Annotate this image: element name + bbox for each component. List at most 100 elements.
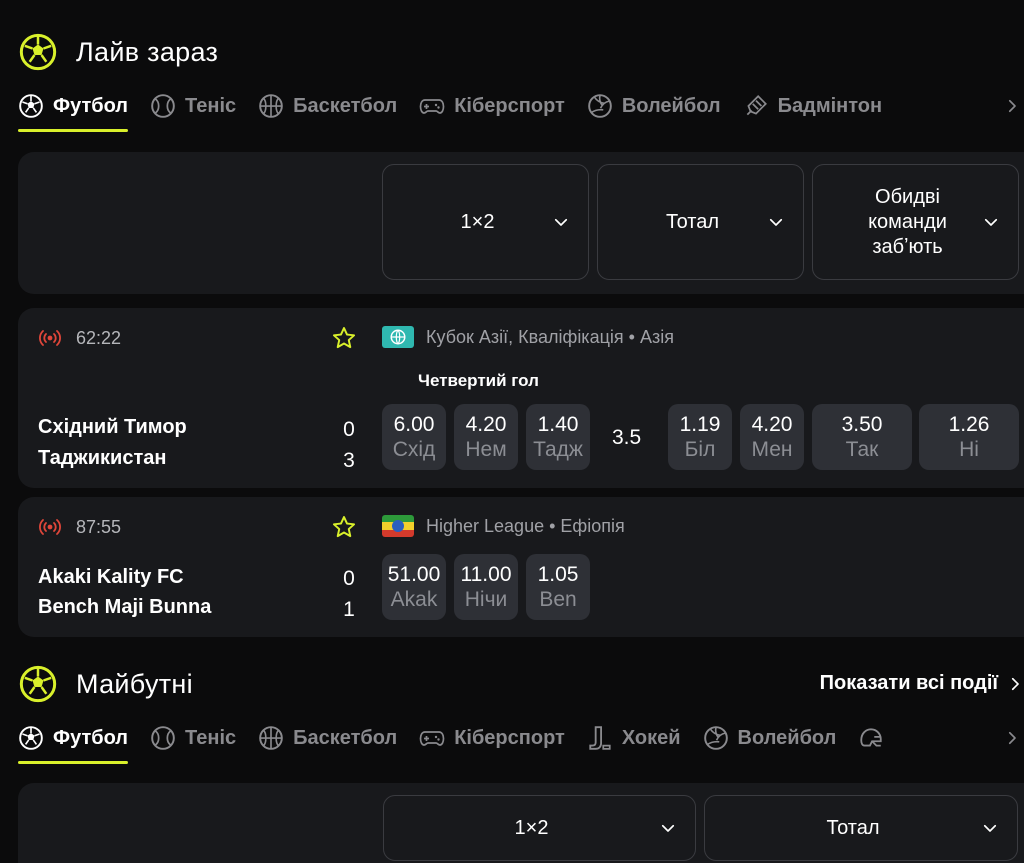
odd-button-under[interactable]: 4.20 Мен [740, 404, 804, 470]
tabs-scroll-right-button[interactable] [1000, 86, 1024, 126]
odd-label: Нем [465, 438, 507, 461]
tab-label: Теніс [185, 94, 237, 117]
tab-label: Баскетбол [293, 726, 398, 749]
show-all-label: Показати всі події [819, 672, 998, 694]
tennis-icon [150, 725, 176, 751]
helmet-icon [858, 725, 884, 751]
globe-flag-icon [382, 326, 414, 348]
odd-label: Схід [392, 438, 436, 461]
odd-label: Akak [390, 588, 438, 611]
odd-label: Тадж [533, 438, 583, 461]
soccer-icon [18, 725, 44, 751]
odd-button-away[interactable]: 1.05 Ben [526, 554, 590, 620]
odd-button-over[interactable]: 1.19 Біл [668, 404, 732, 470]
tabs-scroll-right-button[interactable] [1000, 718, 1024, 758]
tab-label: Футбол [53, 726, 129, 749]
basketball-icon [258, 93, 284, 119]
tab-tennis[interactable]: Теніс [150, 86, 236, 126]
tab-basketball[interactable]: Баскетбол [258, 718, 397, 758]
tab-label: Кіберспорт [454, 726, 565, 749]
tab-label: Волейбол [621, 94, 721, 117]
tab-label: Бадмінтон [777, 94, 883, 117]
league-info: Higher League • Ефіопія [382, 515, 625, 537]
tab-label: Кіберспорт [454, 94, 565, 117]
odd-button-draw[interactable]: 11.00 Нічи [454, 554, 518, 620]
hockey-stick-icon [587, 725, 613, 751]
tab-volleyball[interactable]: Волейбол [587, 86, 721, 126]
odd-button-draw[interactable]: 4.20 Нем [454, 404, 518, 470]
odd-value: 1.40 [537, 413, 579, 436]
market-select-label: 1×2 [460, 210, 495, 233]
tab-label: Теніс [185, 726, 237, 749]
upcoming-sport-tabs: Футбол Теніс Баскетбол Кіберспорт Хокей … [18, 718, 906, 764]
chevron-down-icon [767, 213, 785, 231]
tab-badminton[interactable]: Бадмінтон [743, 86, 882, 126]
market-select-btts[interactable]: Обидві команди забʼють [812, 164, 1019, 280]
team-home: Akaki Kality FC [38, 566, 184, 588]
odd-value: 3.50 [841, 413, 883, 436]
tab-football[interactable]: Футбол [18, 86, 129, 132]
gamepad-icon [419, 93, 445, 119]
chevron-right-icon [1003, 97, 1021, 115]
score-away: 1 [343, 598, 355, 621]
odd-button-away[interactable]: 1.40 Тадж [526, 404, 590, 470]
odd-button-btts-yes[interactable]: 3.50 Так [812, 404, 912, 470]
tab-american-football[interactable] [858, 718, 884, 758]
tab-esports[interactable]: Кіберспорт [419, 718, 565, 758]
market-select-label: Обидві команди забʼють [813, 185, 982, 260]
team-away: Bench Maji Bunna [38, 596, 212, 618]
odd-value: 4.20 [465, 413, 507, 436]
team-away: Таджикистан [38, 447, 167, 469]
gamepad-icon [419, 725, 445, 751]
market-select-label: Тотал [665, 210, 720, 233]
odd-button-btts-no[interactable]: 1.26 Ні [919, 404, 1019, 470]
odd-value: 6.00 [393, 413, 435, 436]
tab-esports[interactable]: Кіберспорт [419, 86, 565, 126]
market-select-total[interactable]: Тотал [704, 795, 1018, 861]
tab-volleyball[interactable]: Волейбол [703, 718, 837, 758]
basketball-icon [258, 725, 284, 751]
market-title: Четвертий гол [418, 371, 539, 390]
league-info: Кубок Азії, Кваліфікація • Азія [382, 326, 674, 348]
btts-line-1: Обидві [875, 185, 940, 208]
odd-button-home[interactable]: 51.00 Akak [382, 554, 446, 620]
total-line: 3.5 [612, 426, 642, 449]
soccer-ball-icon [18, 664, 58, 704]
market-select-1x2[interactable]: 1×2 [382, 164, 589, 280]
tab-basketball[interactable]: Баскетбол [258, 86, 397, 126]
chevron-right-icon [1003, 729, 1021, 747]
tab-label: Баскетбол [293, 94, 398, 117]
odd-label: Так [845, 438, 879, 461]
upcoming-section-header: Майбутні [18, 664, 193, 704]
odd-value: 51.00 [387, 563, 441, 586]
show-all-events-link[interactable]: Показати всі події [820, 672, 1024, 695]
tab-tennis[interactable]: Теніс [150, 718, 236, 758]
tab-label: Волейбол [737, 726, 837, 749]
odd-button-home[interactable]: 6.00 Схід [382, 404, 446, 470]
live-broadcast-icon [38, 515, 62, 539]
match-time: 62:22 [76, 327, 122, 348]
odd-value: 1.19 [679, 413, 721, 436]
chevron-down-icon [552, 213, 570, 231]
favorite-star-icon[interactable] [331, 325, 357, 351]
favorite-star-icon[interactable] [331, 514, 357, 540]
market-select-label: Тотал [826, 816, 880, 839]
soccer-ball-icon [18, 32, 58, 72]
upcoming-section-title: Майбутні [76, 668, 193, 699]
league-name: Higher League • Ефіопія [426, 515, 625, 536]
odd-label: Мен [751, 438, 793, 461]
odd-label: Ні [959, 438, 979, 461]
live-broadcast-icon [38, 326, 62, 350]
odd-label: Нічи [464, 588, 508, 611]
match-time: 87:55 [76, 516, 122, 537]
tab-football[interactable]: Футбол [18, 718, 129, 764]
tennis-icon [150, 93, 176, 119]
market-select-label: 1×2 [514, 816, 549, 839]
tab-label: Футбол [53, 94, 129, 117]
market-select-total[interactable]: Тотал [597, 164, 804, 280]
odd-value: 1.05 [537, 563, 579, 586]
league-name: Кубок Азії, Кваліфікація • Азія [426, 326, 674, 347]
chevron-down-icon [982, 213, 1000, 231]
market-select-1x2[interactable]: 1×2 [383, 795, 696, 861]
tab-hockey[interactable]: Хокей [587, 718, 681, 758]
